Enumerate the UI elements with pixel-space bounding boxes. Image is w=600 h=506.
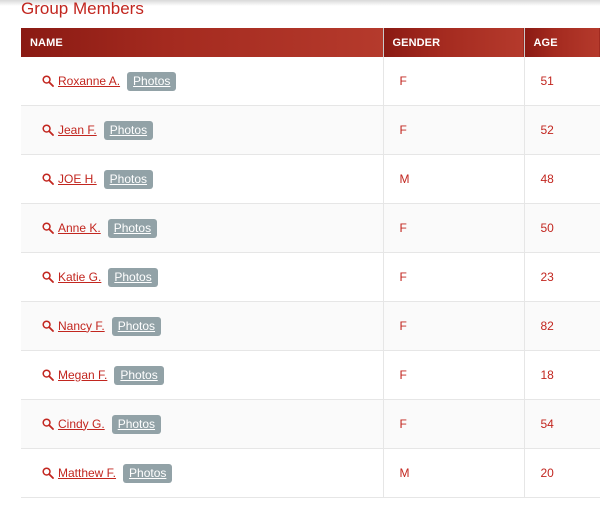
search-icon[interactable] — [42, 417, 54, 430]
search-icon[interactable] — [42, 368, 54, 381]
member-name-link[interactable]: JOE H. — [58, 172, 97, 186]
age-cell: 51 — [524, 57, 600, 106]
table-row: Nancy F. Photos F 82 — [21, 301, 600, 351]
age-cell: 82 — [524, 301, 600, 351]
header-age: AGE — [524, 28, 600, 57]
name-cell: Jean F. Photos — [21, 105, 384, 155]
age-cell: 23 — [524, 252, 600, 302]
gender-cell: F — [383, 57, 525, 106]
members-table: NAME GENDER AGE Roxanne A. Photos F 51 Jean … — [21, 28, 600, 498]
name-cell: Anne K. Photos — [21, 203, 384, 253]
member-name-link[interactable]: Jean F. — [58, 123, 97, 137]
member-name-link[interactable]: Anne K. — [58, 221, 101, 235]
age-cell: 18 — [524, 350, 600, 400]
gender-cell: M — [383, 448, 525, 498]
photos-button[interactable]: Photos — [107, 218, 158, 238]
gender-cell: F — [383, 105, 525, 155]
photos-button[interactable]: Photos — [111, 316, 162, 336]
header-name: NAME — [21, 28, 384, 57]
search-icon[interactable] — [42, 270, 54, 283]
gender-cell: F — [383, 399, 525, 449]
photos-button[interactable]: Photos — [103, 120, 154, 140]
name-cell: JOE H. Photos — [21, 154, 384, 204]
search-icon[interactable] — [42, 172, 54, 185]
table-row: Matthew F. Photos M 20 — [21, 448, 600, 498]
table-header-row: NAME GENDER AGE — [21, 28, 600, 57]
member-name-link[interactable]: Megan F. — [58, 368, 107, 382]
name-cell: Megan F. Photos — [21, 350, 384, 400]
age-cell: 52 — [524, 105, 600, 155]
search-icon[interactable] — [42, 123, 54, 136]
gender-cell: F — [383, 252, 525, 302]
photos-button[interactable]: Photos — [108, 267, 158, 287]
search-icon[interactable] — [42, 319, 54, 332]
table-row: Jean F. Photos F 52 — [21, 105, 600, 155]
gender-cell: M — [383, 154, 525, 204]
name-cell: Nancy F. Photos — [21, 301, 384, 351]
search-icon[interactable] — [42, 74, 54, 87]
gender-cell: F — [383, 301, 525, 351]
photos-button[interactable]: Photos — [123, 463, 173, 483]
member-name-link[interactable]: Nancy F. — [58, 319, 105, 333]
search-icon[interactable] — [42, 221, 54, 234]
table-row: Roxanne A. Photos F 51 — [21, 57, 600, 106]
table-row: Katie G. Photos F 23 — [21, 252, 600, 302]
table-row: Cindy G. Photos F 54 — [21, 399, 600, 449]
age-cell: 20 — [524, 448, 600, 498]
table-row: Anne K. Photos F 50 — [21, 203, 600, 253]
member-name-link[interactable]: Cindy G. — [58, 417, 105, 431]
age-cell: 54 — [524, 399, 600, 449]
table-row: Megan F. Photos F 18 — [21, 350, 600, 400]
name-cell: Roxanne A. Photos — [21, 57, 384, 106]
gender-cell: F — [383, 350, 525, 400]
name-cell: Katie G. Photos — [21, 252, 384, 302]
photos-button[interactable]: Photos — [127, 71, 177, 91]
photos-button[interactable]: Photos — [114, 365, 164, 385]
photos-button[interactable]: Photos — [103, 169, 154, 189]
page-title: Group Members — [21, 0, 144, 18]
member-name-link[interactable]: Katie G. — [58, 270, 101, 284]
age-cell: 50 — [524, 203, 600, 253]
table-row: JOE H. Photos M 48 — [21, 154, 600, 204]
member-name-link[interactable]: Matthew F. — [58, 466, 116, 480]
name-cell: Matthew F. Photos — [21, 448, 384, 498]
gender-cell: F — [383, 203, 525, 253]
search-icon[interactable] — [42, 466, 54, 479]
name-cell: Cindy G. Photos — [21, 399, 384, 449]
photos-button[interactable]: Photos — [111, 414, 162, 434]
age-cell: 48 — [524, 154, 600, 204]
member-name-link[interactable]: Roxanne A. — [58, 74, 120, 88]
header-gender: GENDER — [383, 28, 525, 57]
